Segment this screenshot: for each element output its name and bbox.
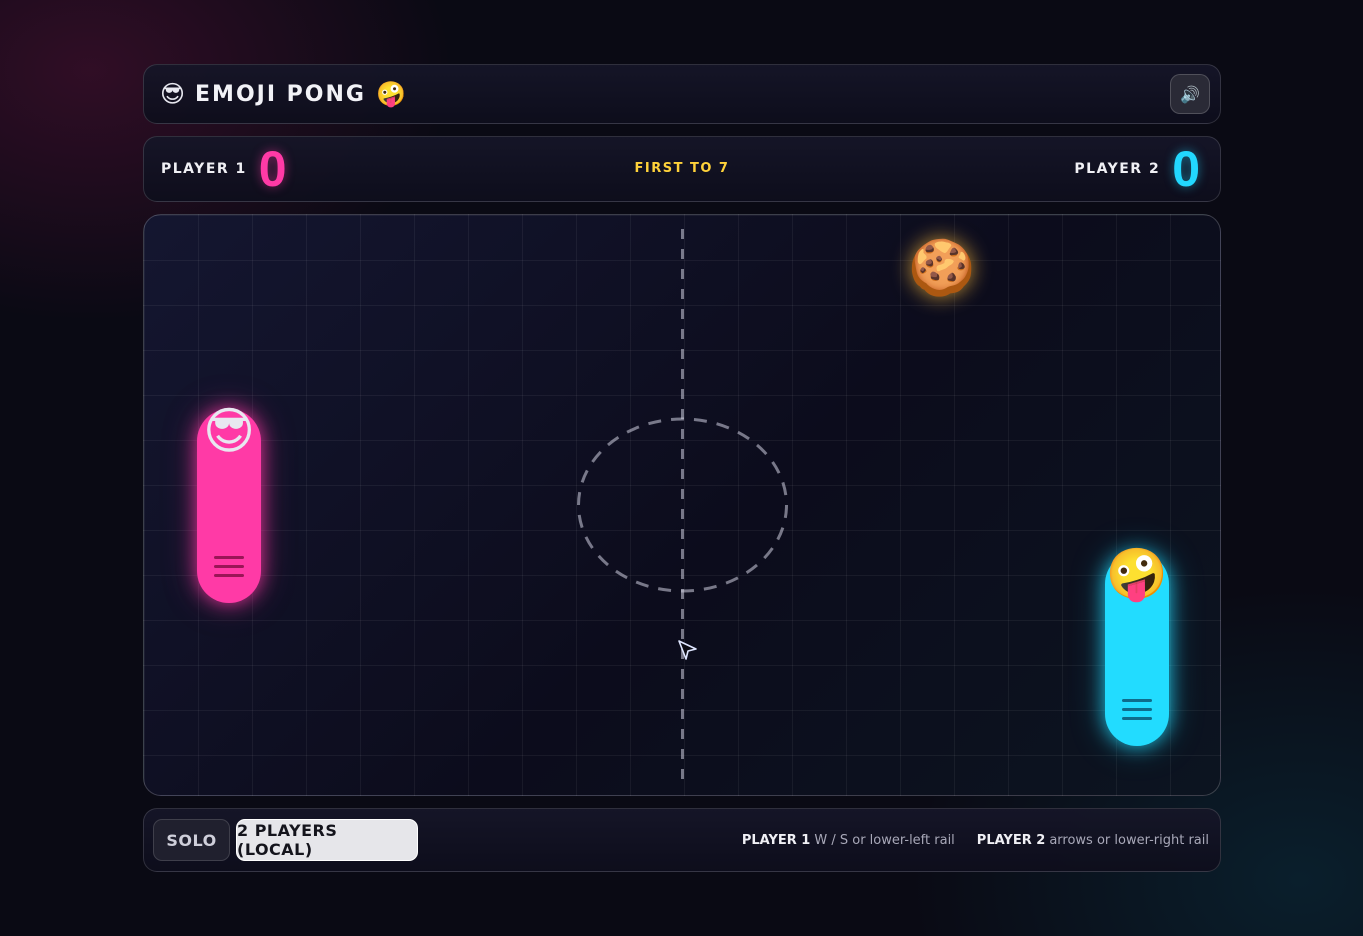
game-title: 😎 EMOJI PONG 🤪 xyxy=(160,65,406,123)
player1-label: PLAYER 1 xyxy=(161,161,247,177)
player2-hint-keys: arrows or lower-right rail xyxy=(1049,832,1209,848)
player2-paddle-emoji: 🤪 xyxy=(1105,545,1169,603)
zany-face-emoji: 🤪 xyxy=(375,80,406,108)
player1-hint-keys: W / S or lower-left rail xyxy=(814,832,955,848)
player2-score: 0 xyxy=(1172,141,1200,197)
scoreboard: FIRST TO 7 PLAYER 1 0 PLAYER 2 0 xyxy=(143,136,1221,202)
center-circle xyxy=(577,417,788,593)
title-text: EMOJI PONG xyxy=(195,81,366,107)
player2-hint-label: PLAYER 2 xyxy=(976,832,1046,848)
control-bar: SOLO 2 PLAYERS (LOCAL) PLAYER 1W / S or … xyxy=(143,808,1221,872)
player2-score-group: PLAYER 2 0 xyxy=(1074,137,1200,201)
player1-controls-hint: PLAYER 1W / S or lower-left rail xyxy=(742,833,955,848)
title-bar: 😎 EMOJI PONG 🤪 🔊 xyxy=(143,64,1221,124)
cookie-ball: 🍪 xyxy=(908,236,976,299)
sound-toggle-button[interactable]: 🔊 xyxy=(1170,74,1210,114)
player2-label: PLAYER 2 xyxy=(1074,161,1161,177)
field-markings xyxy=(577,229,788,781)
player2-controls-hint: PLAYER 2 arrows or lower-right rail xyxy=(977,833,1209,848)
game-arena[interactable]: 😎 🤪 🍪 xyxy=(143,214,1221,796)
player1-score-group: PLAYER 1 0 xyxy=(161,137,287,201)
grip-lines-icon xyxy=(1122,693,1152,720)
two-players-mode-button[interactable]: 2 PLAYERS (LOCAL) xyxy=(236,819,418,861)
cool-face-emoji: 😎 xyxy=(160,80,186,108)
grip-lines-icon xyxy=(214,550,244,577)
player1-hint-label: PLAYER 1 xyxy=(741,832,811,848)
player1-paddle[interactable]: 😎 xyxy=(197,403,261,603)
match-goal: FIRST TO 7 xyxy=(634,161,730,176)
controls-help: PLAYER 1W / S or lower-left rail PLAYER … xyxy=(742,809,1209,871)
solo-mode-button[interactable]: SOLO xyxy=(153,819,230,861)
player2-paddle[interactable]: 🤪 xyxy=(1105,546,1169,746)
player1-paddle-emoji: 😎 xyxy=(202,402,256,460)
mouse-cursor-icon xyxy=(678,640,697,660)
speaker-icon: 🔊 xyxy=(1180,84,1200,104)
player1-score: 0 xyxy=(258,141,287,197)
